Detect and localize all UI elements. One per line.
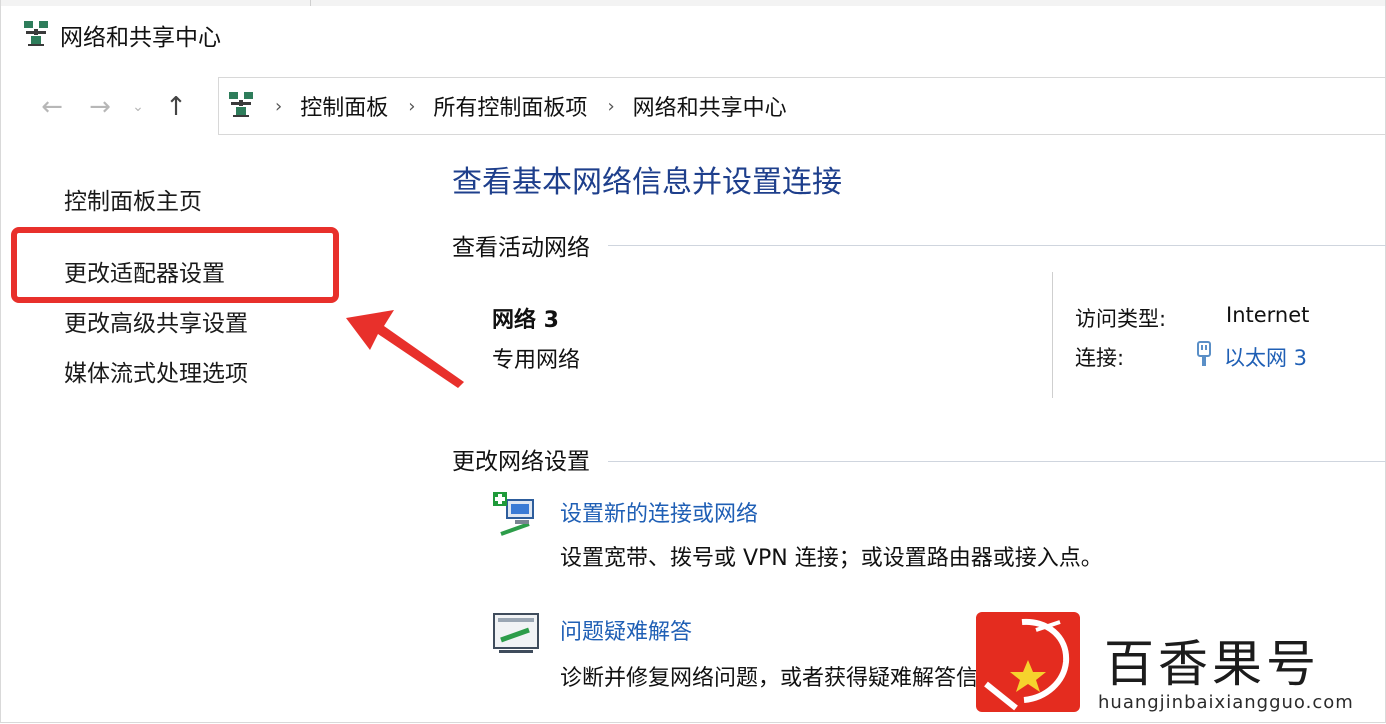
breadcrumb-chevron-icon[interactable]: › [607,96,614,117]
new-connection-icon [491,490,541,544]
network-center-icon [22,19,50,51]
sidebar-item-advanced-sharing[interactable]: 更改高级共享设置 [64,304,248,338]
sidebar-item-control-panel-home[interactable]: 控制面板主页 [64,182,202,216]
setup-connection-link[interactable]: 设置新的连接或网络 [560,496,758,528]
navigation-bar: ← → ⌄ ↑ [28,78,200,136]
chevron-down-icon: ⌄ [132,99,144,115]
page-title: 查看基本网络信息并设置连接 [452,165,842,200]
arrow-left-icon: ← [41,92,63,122]
breadcrumb-chevron-icon[interactable]: › [408,96,415,117]
ethernet-plug-icon [1194,340,1214,374]
section-active-networks: 查看活动网络 [452,235,590,261]
window-title: 网络和共享中心 [60,25,221,51]
breadcrumb-all-items[interactable]: 所有控制面板项 [433,90,587,122]
connection-link[interactable]: 以太网 3 [1194,340,1307,374]
up-button[interactable]: ↑ [152,83,200,131]
watermark-logo [976,612,1080,712]
arrow-up-icon: ↑ [165,92,187,122]
section-divider [608,461,1386,462]
recent-locations-button[interactable]: ⌄ [124,83,152,131]
arrow-right-icon: → [89,92,111,122]
network-center-icon [227,90,255,122]
forward-button[interactable]: → [76,83,124,131]
section-divider [608,245,1386,246]
address-bar[interactable]: › 控制面板 › 所有控制面板项 › 网络和共享中心 [218,77,1386,135]
watermark: 百香果号 huangjinbaixiangguo.com [976,612,1386,724]
troubleshoot-description: 诊断并修复网络问题，或者获得疑难解答信息。 [560,666,1023,691]
network-type: 专用网络 [492,348,581,373]
connection-label: 连接: [1075,346,1125,370]
vertical-divider [1052,272,1053,398]
access-type-value: Internet [1226,303,1310,327]
highlight-box [11,227,339,303]
breadcrumb-network-center[interactable]: 网络和共享中心 [633,90,787,122]
breadcrumb-control-panel[interactable]: 控制面板 [300,90,388,122]
watermark-brand: 百香果号 [1104,635,1320,693]
watermark-url: huangjinbaixiangguo.com [1098,692,1354,713]
sidebar-item-media-streaming[interactable]: 媒体流式处理选项 [64,354,248,388]
access-type-label: 访问类型: [1075,307,1167,331]
troubleshoot-icon [491,610,541,660]
troubleshoot-link[interactable]: 问题疑难解答 [560,614,692,646]
section-change-settings: 更改网络设置 [452,449,590,475]
breadcrumb-chevron-icon[interactable]: › [275,96,282,117]
back-button[interactable]: ← [28,83,76,131]
annotation-arrow-icon [346,310,464,388]
network-name: 网络 3 [492,308,559,333]
title-bar: 网络和共享中心 [22,18,221,52]
setup-connection-description: 设置宽带、拨号或 VPN 连接；或设置路由器或接入点。 [560,546,1103,571]
connection-value[interactable]: 以太网 3 [1224,342,1307,372]
